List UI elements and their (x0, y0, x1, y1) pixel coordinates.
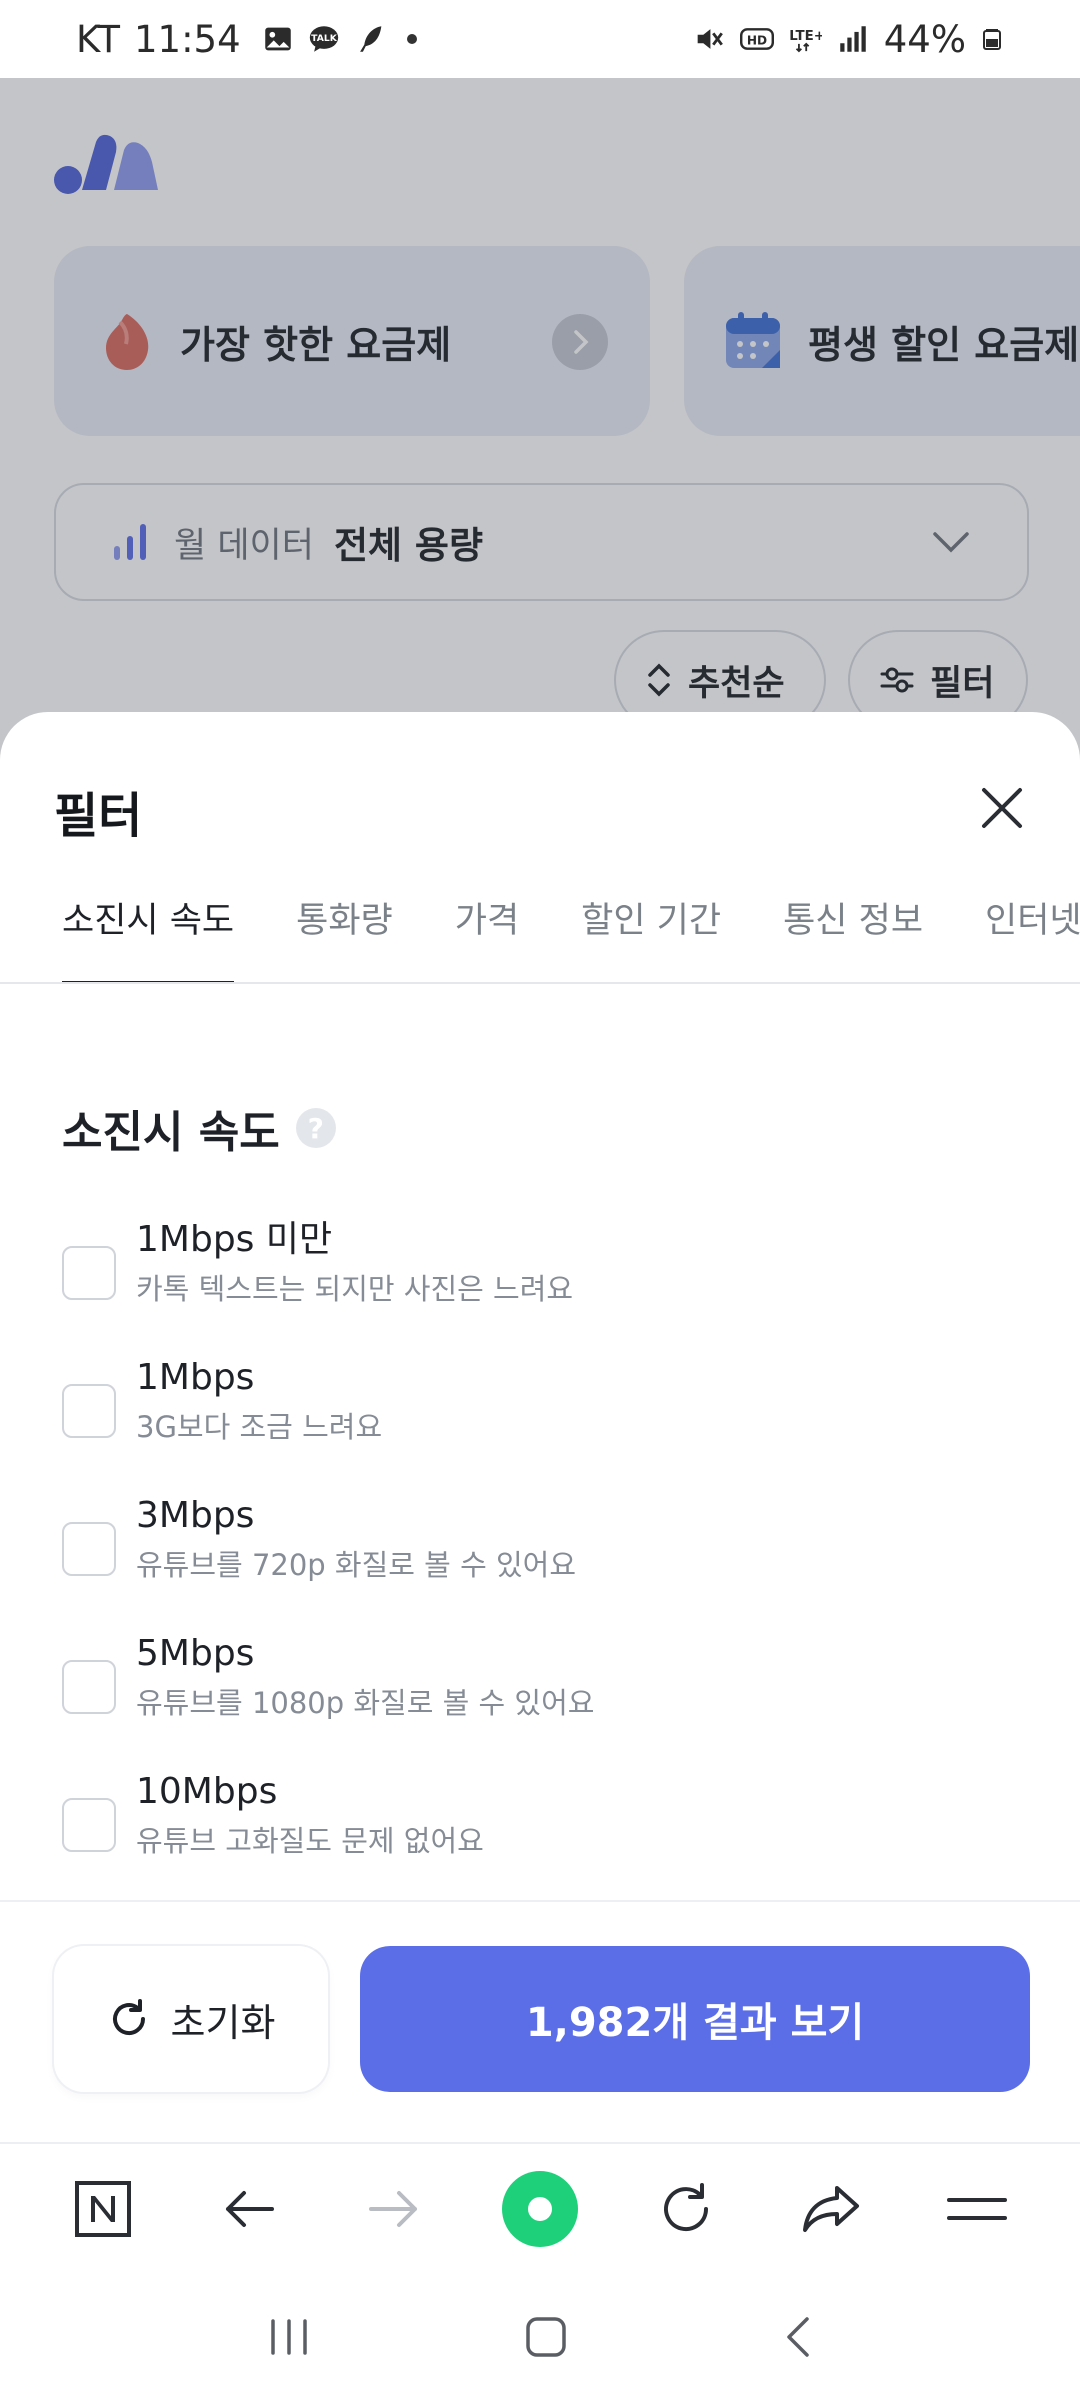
speed-option[interactable]: 1Mbps 미만 카톡 텍스트는 되지만 사진은 느려요 (62, 1216, 1022, 1336)
filter-bottom-sheet: 필터 소진시 속도 통화량 가격 할인 기간 통신 정보 인터넷 소진시 속도 … (0, 712, 1080, 2142)
filter-tabs: 소진시 속도 통화량 가격 할인 기간 통신 정보 인터넷 (0, 872, 1080, 984)
checkbox[interactable] (62, 1660, 116, 1714)
back-arrow-icon[interactable] (209, 2169, 289, 2249)
menu-icon[interactable] (937, 2169, 1017, 2249)
tab-discount-period[interactable]: 할인 기간 (581, 872, 721, 982)
feather-icon (359, 26, 381, 52)
option-subtitle: 유튜브를 1080p 화질로 볼 수 있어요 (136, 1686, 595, 1720)
option-subtitle: 유튜브를 720p 화질로 볼 수 있어요 (136, 1548, 577, 1582)
speed-option[interactable]: 10Mbps 유튜브 고화질도 문제 없어요 (62, 1768, 1022, 1888)
status-right: HD LTE+ 44% (692, 18, 1004, 61)
section-title-text: 소진시 속도 (62, 1107, 280, 1158)
naver-home-icon[interactable] (63, 2169, 143, 2249)
signal-icon (840, 26, 866, 52)
option-title: 1Mbps (136, 1357, 255, 1398)
share-icon[interactable] (791, 2169, 871, 2249)
option-text: 3Mbps 유튜브를 720p 화질로 볼 수 있어요 (136, 1492, 576, 1586)
option-title: 10Mbps (136, 1771, 278, 1812)
battery-icon (983, 29, 1001, 50)
sheet-title: 필터 (54, 788, 143, 844)
forward-arrow-icon[interactable] (354, 2169, 434, 2249)
help-icon[interactable]: ? (295, 1108, 336, 1148)
battery-percent: 44% (883, 17, 966, 61)
speed-option[interactable]: 5Mbps 유튜브를 1080p 화질로 볼 수 있어요 (62, 1630, 1022, 1750)
green-dot-icon[interactable] (500, 2169, 580, 2249)
status-left: KT 11:54 TALK (76, 18, 417, 61)
tab-internet[interactable]: 인터넷 (985, 872, 1080, 982)
checkbox[interactable] (62, 1798, 116, 1852)
option-subtitle: 카톡 텍스트는 되지만 사진은 느려요 (136, 1272, 574, 1306)
checkbox[interactable] (62, 1246, 116, 1300)
status-bar: KT 11:54 TALK HD LTE+ 44% (0, 0, 1080, 78)
tab-price[interactable]: 가격 (455, 872, 519, 982)
lte-icon: LTE+ (789, 29, 822, 53)
svg-text:HD: HD (747, 33, 767, 47)
option-text: 10Mbps 유튜브 고화질도 문제 없어요 (136, 1768, 484, 1862)
reset-label: 초기화 (170, 2000, 276, 2045)
home-icon[interactable] (524, 2315, 568, 2359)
talk-icon: TALK (309, 26, 338, 52)
checkbox[interactable] (62, 1384, 116, 1438)
reset-button[interactable]: 초기화 (54, 1946, 328, 2092)
divider (0, 1900, 1080, 1902)
checkbox[interactable] (62, 1522, 116, 1576)
section-title: 소진시 속도 ? (62, 1096, 336, 1160)
system-nav-bar (0, 2274, 1080, 2400)
option-text: 1Mbps 미만 카톡 텍스트는 되지만 사진은 느려요 (136, 1216, 573, 1310)
tab-network-info[interactable]: 통신 정보 (783, 872, 923, 982)
speed-option[interactable]: 1Mbps 3G보다 조금 느려요 (62, 1354, 1022, 1474)
option-title: 1Mbps 미만 (136, 1219, 333, 1260)
carrier-label: KT (76, 17, 120, 61)
svg-text:LTE+: LTE+ (789, 29, 822, 44)
more-notifications-dot (406, 34, 417, 44)
show-results-button[interactable]: 1,982개 결과 보기 (360, 1946, 1030, 2092)
sheet-backdrop[interactable] (0, 78, 1080, 798)
status-notification-icons: TALK (261, 22, 417, 56)
mute-icon (697, 29, 723, 49)
back-icon[interactable] (781, 2315, 813, 2359)
option-title: 3Mbps (136, 1495, 255, 1536)
browser-toolbar (0, 2142, 1080, 2274)
option-text: 5Mbps 유튜브를 1080p 화질로 볼 수 있어요 (136, 1630, 594, 1724)
refresh-icon[interactable] (646, 2169, 726, 2249)
option-text: 1Mbps 3G보다 조금 느려요 (136, 1354, 382, 1448)
clock: 11:54 (134, 17, 241, 61)
option-subtitle: 3G보다 조금 느려요 (136, 1410, 383, 1444)
recents-icon[interactable] (267, 2317, 311, 2357)
tab-speed[interactable]: 소진시 속도 (62, 872, 235, 982)
svg-text:TALK: TALK (311, 33, 338, 44)
gallery-icon (264, 27, 291, 51)
option-title: 5Mbps (136, 1633, 255, 1674)
close-icon[interactable] (974, 780, 1030, 836)
tab-call-volume[interactable]: 통화량 (296, 872, 393, 982)
speed-option[interactable]: 3Mbps 유튜브를 720p 화질로 볼 수 있어요 (62, 1492, 1022, 1612)
option-subtitle: 유튜브 고화질도 문제 없어요 (136, 1824, 484, 1858)
hd-icon: HD (739, 28, 774, 50)
refresh-icon (112, 1999, 145, 2035)
